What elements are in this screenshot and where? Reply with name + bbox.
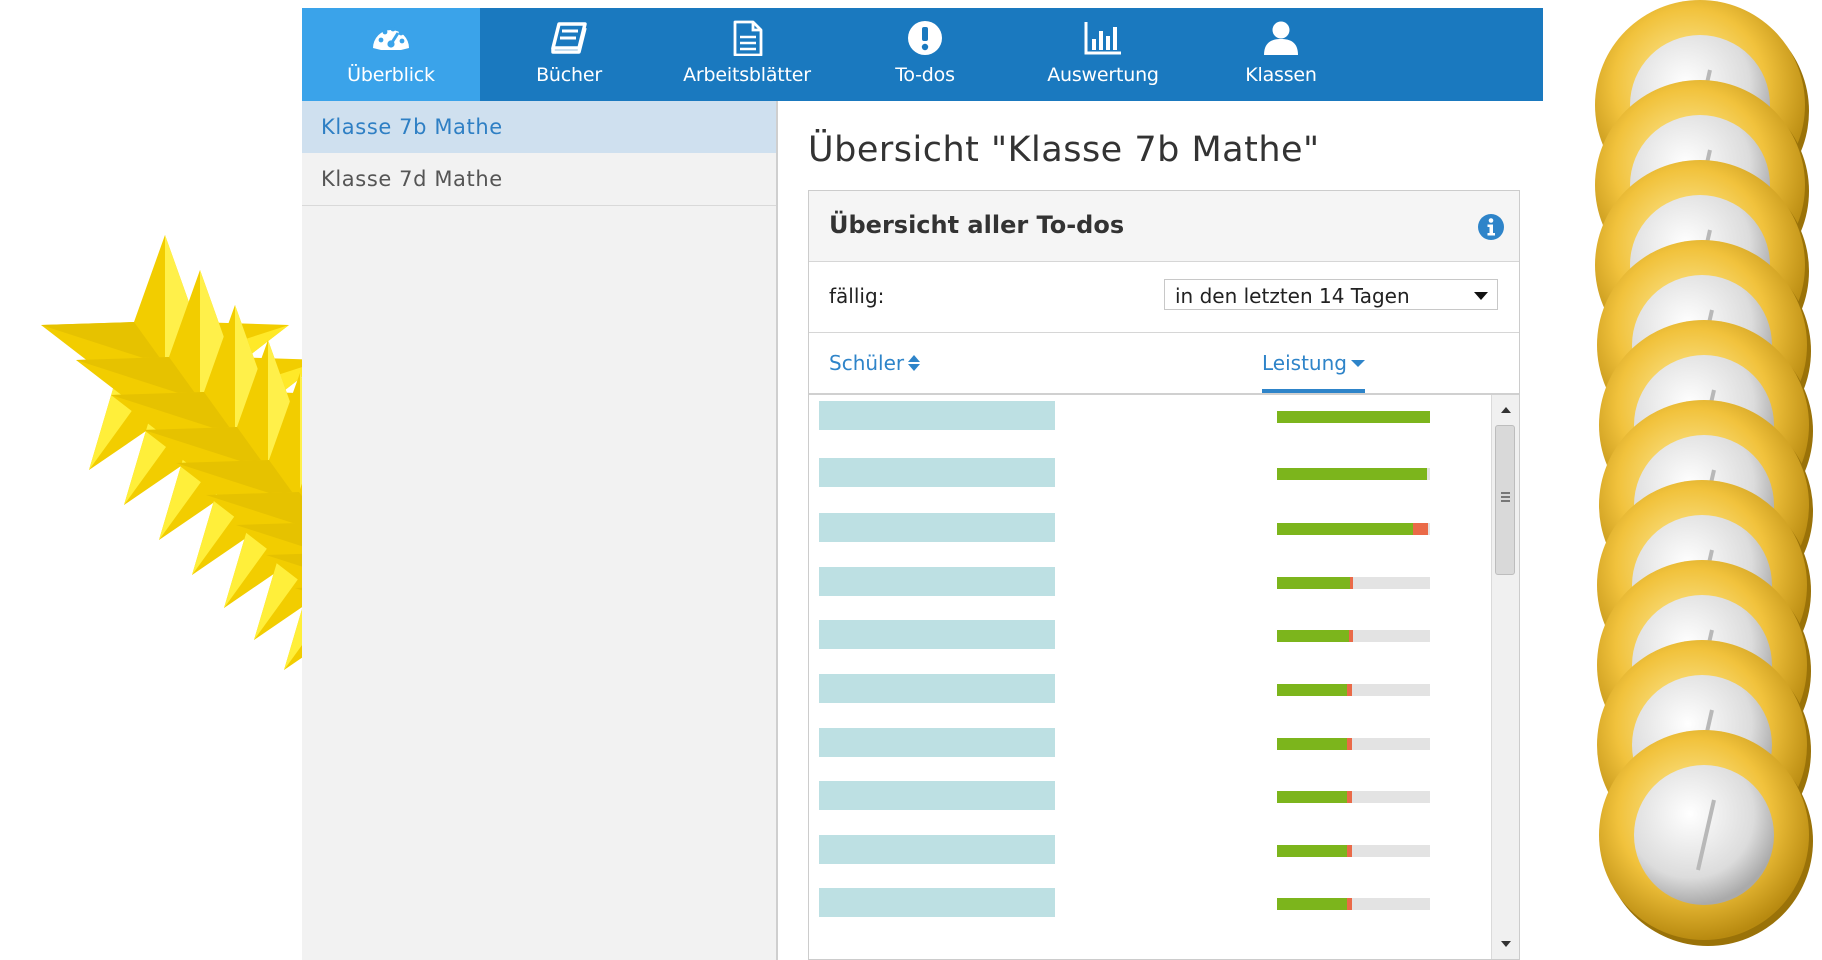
performance-correct-segment <box>1277 467 1427 480</box>
table-row[interactable] <box>809 615 1491 655</box>
due-period-value: in den letzten 14 Tagen <box>1175 284 1410 308</box>
scrollbar-thumb[interactable] <box>1495 425 1515 575</box>
performance-bar <box>1277 630 1430 643</box>
coins-decoration <box>1593 0 1815 948</box>
performance-wrong-segment <box>1347 737 1352 750</box>
performance-wrong-segment <box>1347 791 1352 804</box>
table-row[interactable] <box>809 455 1491 495</box>
sidebar-item-label: Klasse 7b Mathe <box>321 115 503 139</box>
due-filter-row: fällig: in den letzten 14 Tagen <box>809 262 1519 333</box>
sidebar-item-klasse-7d[interactable]: Klasse 7d Mathe <box>302 153 776 206</box>
performance-wrong-segment <box>1348 630 1354 643</box>
sidebar-item-label: Klasse 7d Mathe <box>321 167 503 191</box>
nav-label: Arbeitsblätter <box>683 64 811 86</box>
scroll-up-arrow-icon[interactable] <box>1501 407 1511 413</box>
table-row[interactable] <box>809 401 1491 441</box>
due-filter-label: fällig: <box>829 284 885 308</box>
performance-correct-segment <box>1277 844 1348 857</box>
app-window: Überblick Bücher Arbeitsblätter To-dos A… <box>302 8 1543 960</box>
table-row[interactable] <box>809 508 1491 548</box>
nav-label: Auswertung <box>1047 64 1159 86</box>
performance-wrong-segment <box>1350 576 1354 589</box>
document-icon <box>733 20 763 56</box>
performance-wrong-segment <box>1347 844 1352 857</box>
performance-bar <box>1277 844 1430 857</box>
class-sidebar: Klasse 7b Mathe Klasse 7d Mathe <box>302 101 778 960</box>
grip-icon <box>1501 492 1510 494</box>
nav-tab-todos[interactable]: To-dos <box>836 8 1014 101</box>
performance-bar <box>1277 791 1430 804</box>
performance-wrong-segment <box>1347 898 1352 911</box>
performance-bar <box>1277 684 1430 696</box>
performance-wrong-segment <box>1413 523 1429 536</box>
column-header-label: Schüler <box>829 351 905 375</box>
student-name-redacted <box>819 457 1055 487</box>
todos-panel: Übersicht aller To-dos fällig: in den le… <box>808 190 1520 960</box>
performance-correct-segment <box>1277 576 1351 589</box>
page-title: Übersicht "Klasse 7b Mathe" <box>808 130 1320 170</box>
student-name-redacted <box>819 401 1055 430</box>
performance-bar <box>1277 737 1430 750</box>
column-header-student[interactable]: Schüler <box>829 351 921 375</box>
nav-label: Überblick <box>347 64 435 86</box>
dashboard-gauge-icon <box>373 26 409 50</box>
exclamation-icon <box>908 21 942 55</box>
performance-bar <box>1277 898 1430 911</box>
performance-correct-segment <box>1277 630 1349 643</box>
panel-header: Übersicht aller To-dos <box>809 191 1519 262</box>
sort-both-icon <box>908 355 921 371</box>
performance-bar <box>1277 411 1430 423</box>
book-icon <box>551 22 587 54</box>
student-name-redacted <box>819 620 1055 650</box>
column-header-label: Leistung <box>1262 351 1347 375</box>
top-navigation: Überblick Bücher Arbeitsblätter To-dos A… <box>302 8 1543 101</box>
student-list <box>809 395 1491 959</box>
performance-bar <box>1277 576 1430 589</box>
nav-tab-arbeitsblaetter[interactable]: Arbeitsblätter <box>658 8 836 101</box>
table-row[interactable] <box>809 723 1491 763</box>
panel-title: Übersicht aller To-dos <box>829 211 1125 239</box>
chevron-down-icon <box>1474 292 1488 300</box>
table-row[interactable] <box>809 883 1491 923</box>
student-name-redacted <box>819 781 1055 811</box>
student-name-redacted <box>819 566 1055 596</box>
student-name-redacted <box>819 513 1055 543</box>
performance-bar <box>1277 523 1430 536</box>
table-row[interactable] <box>809 776 1491 816</box>
column-header-performance[interactable]: Leistung <box>1262 351 1365 393</box>
table-row[interactable] <box>809 830 1491 870</box>
student-name-redacted <box>819 888 1055 918</box>
nav-tab-ueberblick[interactable]: Überblick <box>302 8 480 101</box>
nav-tab-auswertung[interactable]: Auswertung <box>1014 8 1192 101</box>
bar-chart-icon <box>1084 22 1121 55</box>
performance-wrong-segment <box>1347 684 1352 696</box>
table-header: Schüler Leistung <box>809 333 1519 395</box>
nav-tab-klassen[interactable]: Klassen <box>1192 8 1370 101</box>
student-name-redacted <box>819 727 1055 757</box>
performance-correct-segment <box>1277 411 1430 423</box>
scroll-down-arrow-icon[interactable] <box>1501 941 1511 947</box>
list-scrollbar[interactable] <box>1491 395 1519 959</box>
performance-bar <box>1277 467 1430 480</box>
student-name-redacted <box>819 834 1055 864</box>
performance-correct-segment <box>1277 684 1348 696</box>
nav-label: Bücher <box>536 64 602 86</box>
performance-correct-segment <box>1277 737 1348 750</box>
user-icon <box>1264 21 1298 55</box>
sort-descending-icon <box>1350 360 1365 367</box>
nav-label: To-dos <box>895 64 955 86</box>
info-icon[interactable] <box>1477 213 1505 241</box>
sidebar-item-klasse-7b[interactable]: Klasse 7b Mathe <box>302 101 776 153</box>
table-row[interactable] <box>809 562 1491 602</box>
due-period-select[interactable]: in den letzten 14 Tagen <box>1164 279 1498 310</box>
nav-tab-buecher[interactable]: Bücher <box>480 8 658 101</box>
table-row[interactable] <box>809 669 1491 709</box>
performance-correct-segment <box>1277 791 1348 804</box>
nav-label: Klassen <box>1245 64 1317 86</box>
student-name-redacted <box>819 674 1055 703</box>
performance-correct-segment <box>1277 898 1348 911</box>
performance-correct-segment <box>1277 523 1414 536</box>
